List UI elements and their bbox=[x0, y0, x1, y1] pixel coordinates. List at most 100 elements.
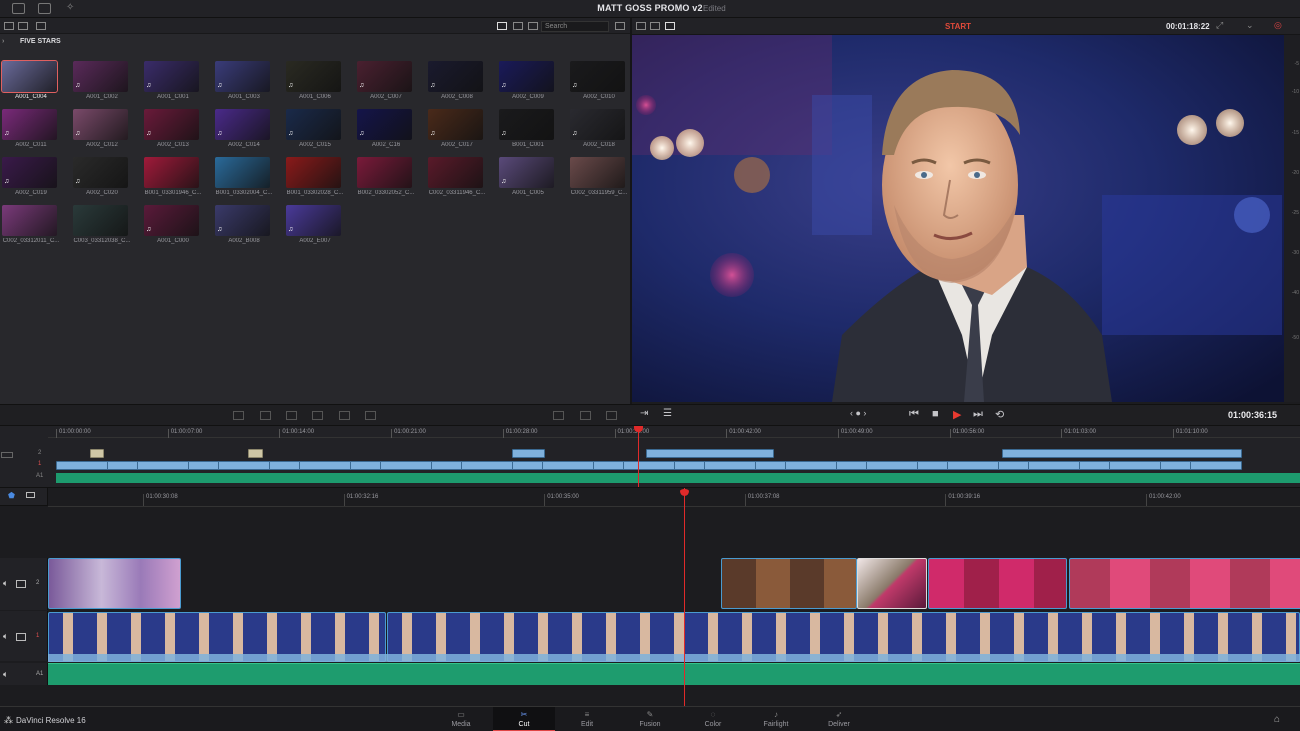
clip-preview-image bbox=[357, 109, 412, 140]
sort-icon[interactable] bbox=[615, 22, 625, 30]
page-tab-cut[interactable]: ✂ Cut bbox=[493, 707, 555, 731]
v2-clip[interactable] bbox=[721, 558, 857, 609]
thumbnail-view-icon[interactable] bbox=[497, 22, 507, 30]
v2-clip[interactable] bbox=[1069, 558, 1300, 609]
upper-playhead[interactable] bbox=[638, 426, 639, 487]
clip-preview-image bbox=[215, 61, 270, 92]
close-up-icon[interactable] bbox=[312, 411, 323, 420]
ruler-tick-label: 01:00:30:08 bbox=[143, 494, 178, 506]
clip-name: A002_C010 bbox=[583, 94, 615, 100]
clip-name: A001_C005 bbox=[512, 190, 544, 196]
smart-insert-icon[interactable] bbox=[233, 411, 244, 420]
monitor-icon[interactable] bbox=[16, 633, 26, 641]
chevron-down-icon[interactable]: ⌄ bbox=[1246, 20, 1256, 30]
transitions-icon[interactable] bbox=[580, 411, 591, 420]
v1-audio-waveform bbox=[48, 654, 1300, 662]
place-on-top-icon[interactable] bbox=[339, 411, 350, 420]
timeline-settings-icon[interactable]: ☰ bbox=[663, 408, 672, 419]
filmstrip-view-icon[interactable] bbox=[513, 22, 523, 30]
page-tab-label: Media bbox=[451, 721, 471, 728]
page-tab-label: Cut bbox=[518, 721, 530, 728]
clip-preview-image bbox=[144, 157, 199, 188]
ruler-tick-label: 01:00:00:00 bbox=[56, 429, 91, 438]
clip-preview-image bbox=[144, 205, 199, 236]
clip-preview-image bbox=[215, 109, 270, 140]
ruler-tick-label: 01:00:07:00 bbox=[167, 429, 202, 438]
ruler-tick-label: 01:01:10:00 bbox=[1173, 429, 1208, 438]
track-header-v1: 🔈︎ 1 bbox=[0, 611, 48, 661]
page-tab-fusion[interactable]: ✎ Fusion bbox=[619, 707, 681, 731]
audio-trim-icon[interactable]: ⇥ bbox=[640, 408, 648, 419]
new-bin-icon[interactable] bbox=[36, 22, 46, 30]
v2-transition-clip[interactable] bbox=[857, 558, 927, 609]
clip-preview-image bbox=[428, 109, 483, 140]
search-input[interactable]: Search bbox=[541, 21, 609, 32]
speaker-icon[interactable]: 🔈︎ bbox=[3, 631, 8, 642]
clip-name: B001_03302004_C... bbox=[215, 190, 273, 196]
viewer-timecode: 00:01:18:22 bbox=[1166, 22, 1210, 31]
jog-control-icon[interactable]: ‹ ● › bbox=[850, 408, 866, 418]
fullscreen-icon[interactable]: ⤢ bbox=[1216, 20, 1226, 30]
import-folder-icon[interactable] bbox=[18, 22, 28, 30]
import-media-icon[interactable] bbox=[4, 22, 14, 30]
skip-to-end-icon[interactable]: ⏭ bbox=[973, 408, 983, 421]
monitor-icon[interactable] bbox=[16, 580, 26, 588]
list-view-icon[interactable] bbox=[528, 22, 538, 30]
clip-name: B002_03302052_C... bbox=[357, 190, 415, 196]
meter-scale-label: -25 bbox=[1291, 210, 1299, 216]
v2-clip[interactable] bbox=[928, 558, 1067, 609]
upper-audio-track[interactable] bbox=[56, 473, 1300, 483]
clip-name: B001_C001 bbox=[512, 142, 544, 148]
clip-name: A001_C004 bbox=[15, 94, 47, 100]
page-tab-media[interactable]: ▭ Media bbox=[430, 707, 492, 731]
marker-icon[interactable]: ⬟ bbox=[8, 491, 15, 500]
ruler-tick-label: 01:00:42:00 bbox=[726, 429, 761, 438]
home-icon[interactable]: ⌂ bbox=[1274, 714, 1280, 725]
detail-ruler[interactable]: 01:00:30:08 01:00:32:16 01:00:35:00 01:00:3… bbox=[48, 488, 1300, 506]
meter-scale-label: -15 bbox=[1291, 130, 1299, 136]
detail-timeline[interactable]: ⬟ 01:00:30:08 01:00:32:16 01:00:35:00 01:00… bbox=[0, 488, 1300, 706]
upper-video-clip[interactable] bbox=[1002, 449, 1242, 458]
detail-playhead[interactable] bbox=[684, 488, 685, 706]
clip-preview-image bbox=[499, 109, 554, 140]
ruler-tick-label: 01:00:49:00 bbox=[837, 429, 873, 438]
speaker-icon[interactable]: 🔈︎ bbox=[3, 578, 8, 589]
ruler-tick-label: 01:00:56:00 bbox=[949, 429, 984, 438]
clip-name: A001_C000 bbox=[157, 238, 189, 244]
stop-icon[interactable]: ■ bbox=[932, 408, 939, 420]
meter-scale-label: -40 bbox=[1291, 290, 1299, 296]
source-overwrite-icon[interactable] bbox=[365, 411, 376, 420]
play-icon[interactable]: ▶ bbox=[953, 408, 961, 421]
upper-video-clip[interactable] bbox=[646, 449, 774, 458]
breadcrumb-bin-name: FIVE STARS bbox=[20, 38, 61, 45]
upper-title-clip[interactable] bbox=[90, 449, 104, 458]
page-tab-deliver[interactable]: ➶ Deliver bbox=[808, 707, 870, 731]
upper-title-clip[interactable] bbox=[248, 449, 263, 458]
skip-to-start-icon[interactable]: ⏮ bbox=[909, 408, 919, 421]
append-icon[interactable] bbox=[260, 411, 271, 420]
ripple-overwrite-icon[interactable] bbox=[286, 411, 297, 420]
viewer-frame[interactable] bbox=[632, 35, 1284, 402]
loop-icon[interactable]: ⟲ bbox=[995, 408, 1004, 421]
audio-note-icon: ♫ bbox=[501, 178, 507, 185]
audio-note-icon: ♫ bbox=[572, 82, 578, 89]
speaker-icon[interactable]: 🔈︎ bbox=[3, 669, 8, 680]
page-tab-label: Fusion bbox=[639, 721, 661, 728]
page-tab-edit[interactable]: ≡ Edit bbox=[556, 707, 618, 731]
upper-ruler[interactable]: 01:00:00:00 01:00:07:00 01:00:14:00 01:00:2… bbox=[48, 426, 1300, 438]
page-tab-fairlight[interactable]: ♪ Fairlight bbox=[745, 707, 807, 731]
upper-timeline[interactable]: 01:00:00:00 01:00:07:00 01:00:14:00 01:00:2… bbox=[0, 426, 1300, 488]
upper-video-clip[interactable] bbox=[512, 449, 545, 458]
clip-name: A002_C008 bbox=[441, 94, 473, 100]
sync-lock-icon[interactable] bbox=[553, 411, 564, 420]
a1-audio-clip[interactable] bbox=[48, 663, 1300, 685]
v2-clip[interactable] bbox=[48, 558, 181, 609]
color-wheel-icon[interactable]: ◎ bbox=[1274, 20, 1284, 30]
titles-icon[interactable] bbox=[606, 411, 617, 420]
clip-name: B001_03301946_C... bbox=[144, 190, 202, 196]
upper-video-track-1[interactable] bbox=[56, 461, 1242, 470]
page-tab-color[interactable]: ◌ Color bbox=[682, 707, 744, 731]
audio-note-icon: ♫ bbox=[146, 130, 152, 137]
video-track-icon bbox=[1, 452, 13, 458]
view-options-icon[interactable] bbox=[26, 492, 35, 498]
